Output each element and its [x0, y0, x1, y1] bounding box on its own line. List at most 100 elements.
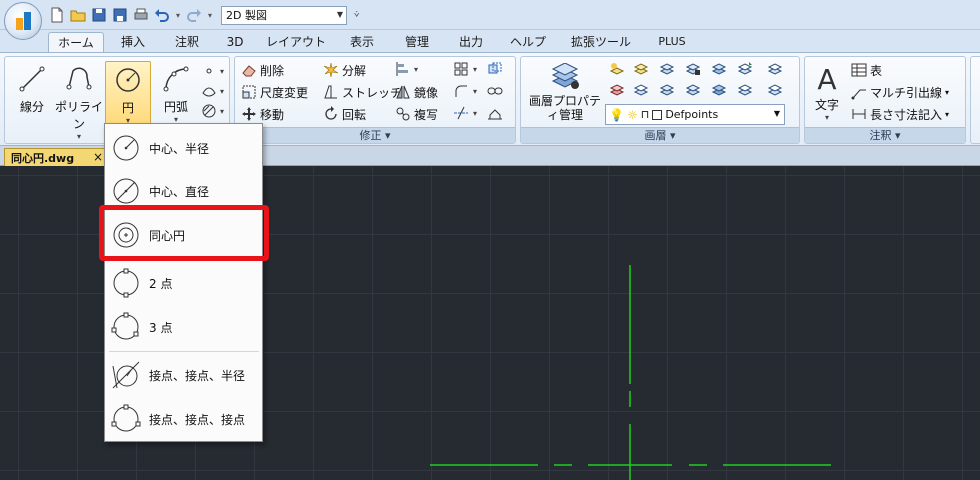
offset-icon[interactable]: [487, 61, 505, 79]
circle-button[interactable]: 円 ▾: [105, 61, 151, 127]
menu-item-3point[interactable]: 3 点: [105, 306, 262, 348]
scale-button[interactable]: 尺度変更: [241, 82, 308, 102]
undo-icon[interactable]: [153, 6, 171, 24]
polyline-button[interactable]: ポリライン ▾: [51, 61, 107, 141]
array-dropdown-icon[interactable]: ▾: [473, 65, 477, 74]
menu-item-tan-tan-tan[interactable]: 接点、接点、接点: [105, 398, 262, 440]
layer-color-swatch: [652, 109, 663, 120]
point-icon[interactable]: [201, 63, 219, 81]
menu-item-label: 中心、直径: [149, 184, 210, 199]
save-as-icon[interactable]: [111, 6, 129, 24]
tab-plus[interactable]: PLUS: [650, 32, 694, 52]
menu-item-center-radius[interactable]: 中心、半径: [105, 127, 262, 169]
close-icon[interactable]: ×: [93, 150, 103, 164]
svg-text:A: A: [817, 63, 836, 93]
trim-icon[interactable]: [453, 105, 471, 123]
erase-label: 削除: [260, 63, 285, 78]
open-folder-icon[interactable]: [69, 6, 87, 24]
modify-panel-title[interactable]: 修正 ▾: [235, 127, 515, 143]
menu-item-2point[interactable]: 2 点: [105, 262, 262, 304]
print-icon[interactable]: [132, 6, 150, 24]
circle-center-diameter-icon: [113, 178, 139, 204]
arc-button[interactable]: 円弧 ▾: [153, 61, 199, 127]
hatch-icon[interactable]: [201, 103, 219, 121]
layer-freeze-icon[interactable]: [659, 61, 677, 79]
layer-unlock-icon[interactable]: [685, 82, 703, 100]
tab-annotate[interactable]: 注釈: [165, 32, 209, 52]
layer-current-icon[interactable]: [711, 61, 729, 79]
tab-view[interactable]: 表示: [340, 32, 384, 52]
layer-on-icon[interactable]: [609, 82, 627, 100]
stretch-label: ストレッチ: [342, 85, 403, 100]
circle-label: 円: [121, 101, 134, 115]
multileader-dropdown-icon[interactable]: ▾: [945, 88, 949, 97]
undo-dropdown-icon[interactable]: ▾: [174, 11, 182, 20]
layer-lock-icon[interactable]: [685, 61, 703, 79]
trim-dropdown-icon[interactable]: ▾: [473, 109, 477, 118]
linear-dimension-button[interactable]: 長さ寸法記入 ▾: [851, 104, 949, 124]
text-button[interactable]: A 文字 ▾: [807, 61, 847, 127]
draw-more-dropdown-icon[interactable]: ▾: [220, 67, 224, 76]
redo-icon[interactable]: [185, 6, 203, 24]
copy-label: 複写: [414, 107, 439, 122]
edit-polyline-icon[interactable]: [487, 105, 505, 123]
workspace-select[interactable]: 2D 製図 ▼: [221, 5, 347, 25]
tab-manage[interactable]: 管理: [395, 32, 439, 52]
hatch-dropdown-icon[interactable]: ▾: [220, 107, 224, 116]
layer-change-icon[interactable]: [737, 82, 755, 100]
align-icon[interactable]: [395, 61, 413, 79]
application-menu-button[interactable]: [4, 2, 42, 40]
new-file-icon[interactable]: [48, 6, 66, 24]
layer-previous-icon[interactable]: [767, 61, 785, 79]
layers-panel-title[interactable]: 画層 ▾: [521, 127, 799, 143]
layer-properties-button[interactable]: 画層プロパティ管理: [525, 61, 605, 127]
layer-stack-icon: [551, 63, 579, 89]
stretch-button[interactable]: ストレッチ: [323, 82, 402, 102]
mirror-button[interactable]: 鏡像: [395, 82, 438, 102]
layer-merge-icon[interactable]: [767, 82, 785, 100]
circle-icon: [116, 68, 140, 92]
layer-isolate-icon[interactable]: [633, 61, 651, 79]
tab-output[interactable]: 出力: [449, 32, 493, 52]
document-tab[interactable]: 同心円.dwg ×: [4, 148, 108, 166]
linear-dimension-dropdown-icon[interactable]: ▾: [945, 110, 949, 119]
tab-help[interactable]: ヘルプ: [504, 32, 552, 52]
tab-extension-tools[interactable]: 拡張ツール: [562, 32, 640, 52]
text-a-icon: A: [817, 63, 836, 93]
circle-3point-icon: [111, 312, 139, 340]
circle-2point-icon: [113, 268, 139, 298]
tab-3d[interactable]: 3D: [220, 32, 250, 52]
layer-match-icon[interactable]: [737, 61, 755, 79]
copy-button[interactable]: 複写: [395, 104, 438, 124]
fillet-icon[interactable]: [453, 83, 471, 101]
move-button[interactable]: 移動: [241, 104, 284, 124]
chevron-down-icon: ▼: [773, 109, 780, 118]
tab-layout[interactable]: レイアウト: [262, 32, 330, 52]
ellipse-icon[interactable]: [201, 83, 219, 101]
redo-dropdown-icon[interactable]: ▾: [206, 11, 214, 20]
layer-select[interactable]: 💡 ☼ ⊓ Defpoints ▼: [605, 104, 785, 125]
layer-unisolate-icon[interactable]: [633, 82, 651, 100]
explode-button[interactable]: 分解: [323, 60, 366, 80]
customize-qat-icon[interactable]: ⩒: [354, 10, 359, 20]
multileader-icon: [851, 89, 866, 100]
multileader-button[interactable]: マルチ引出線 ▾: [851, 82, 949, 102]
menu-item-tan-tan-radius[interactable]: 接点、接点、半径: [105, 354, 262, 396]
rotate-button[interactable]: 回転: [323, 104, 366, 124]
align-dropdown-icon[interactable]: ▾: [414, 65, 418, 74]
layer-walk-icon[interactable]: [711, 82, 729, 100]
array-icon[interactable]: [453, 61, 471, 79]
table-button[interactable]: 表: [851, 60, 882, 80]
ellipse-dropdown-icon[interactable]: ▾: [220, 87, 224, 96]
tab-insert[interactable]: 挿入: [111, 32, 155, 52]
layer-thaw-icon[interactable]: [659, 82, 677, 100]
layer-off-icon[interactable]: [609, 61, 627, 79]
erase-button[interactable]: 削除: [241, 60, 284, 80]
tab-home[interactable]: ホーム: [48, 32, 104, 52]
join-icon[interactable]: [487, 83, 505, 101]
line-button[interactable]: 線分: [9, 61, 55, 127]
fillet-dropdown-icon[interactable]: ▾: [473, 87, 477, 96]
save-icon[interactable]: [90, 6, 108, 24]
annotation-panel-title[interactable]: 注釈 ▾: [805, 127, 965, 143]
app-logo-icon: [16, 12, 31, 30]
